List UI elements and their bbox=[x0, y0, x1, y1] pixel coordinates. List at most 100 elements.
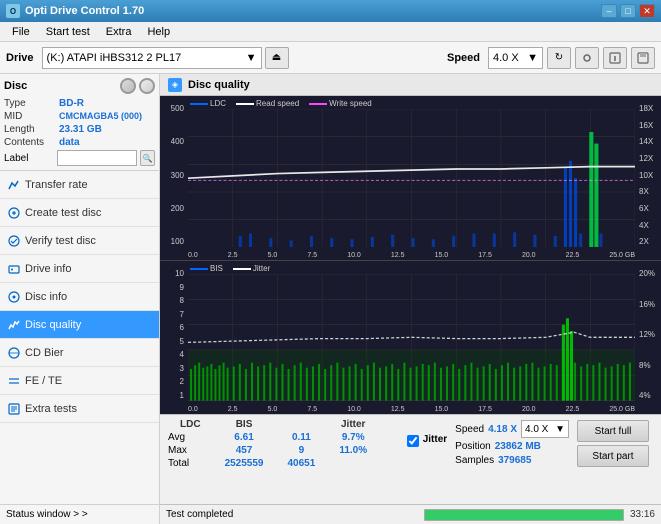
y-axis-right-bottom: 20% 16% 12% 8% 4% bbox=[637, 269, 661, 400]
app-title: Opti Drive Control 1.70 bbox=[25, 5, 144, 17]
speed-section: Speed 4.18 X 4.0 X ▼ Position 23862 MB S… bbox=[455, 418, 569, 504]
main-layout: Disc Type BD-R MID CMCMAGBA5 (000) Lengt… bbox=[0, 74, 661, 524]
sidebar-item-cd-bier[interactable]: CD Bier bbox=[0, 339, 159, 367]
content-area: ◈ Disc quality 500 400 300 200 100 18X 1… bbox=[160, 74, 661, 524]
info-button[interactable] bbox=[603, 47, 627, 69]
menu-extra[interactable]: Extra bbox=[98, 24, 140, 40]
legend-top: LDC Read speed Write speed bbox=[190, 99, 372, 108]
y-axis-left-bottom: 10 9 8 7 6 5 4 3 2 1 bbox=[160, 269, 186, 400]
stats-max-row: Max 457 9 11.0% bbox=[168, 444, 379, 457]
chart-top: 500 400 300 200 100 18X 16X 14X 12X 10X … bbox=[160, 96, 661, 261]
jitter-checkbox[interactable] bbox=[407, 435, 419, 447]
chart-bottom: 10 9 8 7 6 5 4 3 2 1 20% 16% 12% 8% bbox=[160, 261, 661, 414]
save-button[interactable] bbox=[631, 47, 655, 69]
disc-header: Disc bbox=[4, 78, 155, 94]
status-window-label: Status window > > bbox=[6, 509, 88, 520]
disc-section-label: Disc bbox=[4, 80, 27, 92]
legend-bis-color bbox=[190, 268, 208, 270]
minimize-button[interactable]: – bbox=[601, 4, 617, 18]
window-controls: – □ ✕ bbox=[601, 4, 655, 18]
max-jitter: 11.0% bbox=[327, 444, 379, 457]
stats-table: LDC BIS Jitter Avg 6.61 0.11 9. bbox=[168, 418, 399, 504]
disc-label-label: Label bbox=[4, 153, 54, 164]
disc-type-value: BD-R bbox=[59, 98, 155, 109]
legend-bis: BIS bbox=[190, 264, 223, 273]
menu-start-test[interactable]: Start test bbox=[38, 24, 98, 40]
legend-jitter: Jitter bbox=[233, 264, 270, 273]
disc-quality-icon bbox=[8, 319, 20, 331]
status-time: 33:16 bbox=[630, 509, 655, 520]
legend-read-speed: Read speed bbox=[236, 99, 299, 108]
menu-file[interactable]: File bbox=[4, 24, 38, 40]
settings-button[interactable] bbox=[575, 47, 599, 69]
samples-value: 379685 bbox=[498, 455, 531, 466]
start-part-button[interactable]: Start part bbox=[577, 445, 649, 467]
disc-label-input[interactable] bbox=[57, 150, 137, 166]
start-full-button[interactable]: Start full bbox=[577, 420, 649, 442]
legend-jitter-color bbox=[233, 268, 251, 270]
disc-length-row: Length 23.31 GB bbox=[4, 124, 155, 135]
total-label: Total bbox=[168, 457, 213, 470]
chart-top-svg bbox=[188, 109, 635, 247]
sidebar-item-disc-info[interactable]: Disc info bbox=[0, 283, 159, 311]
samples-label: Samples bbox=[455, 455, 494, 466]
sidebar-item-disc-quality[interactable]: Disc quality bbox=[0, 311, 159, 339]
speed-dropdown-stats[interactable]: 4.0 X ▼ bbox=[521, 420, 569, 438]
speed-value: 4.18 X bbox=[488, 424, 517, 435]
status-text: Test completed bbox=[166, 509, 418, 520]
status-window-button[interactable]: Status window > > bbox=[0, 504, 159, 524]
sidebar-item-transfer-rate[interactable]: Transfer rate bbox=[0, 171, 159, 199]
disc-label-search-button[interactable]: 🔍 bbox=[140, 150, 155, 166]
sidebar-item-verify-test-disc[interactable]: Verify test disc bbox=[0, 227, 159, 255]
drive-dropdown[interactable]: (K:) ATAPI iHBS312 2 PL17 ▼ bbox=[42, 47, 262, 69]
col-header-bis: BIS bbox=[213, 418, 276, 431]
disc-quality-title: Disc quality bbox=[188, 79, 250, 91]
y-axis-left-top: 500 400 300 200 100 bbox=[160, 104, 186, 246]
close-button[interactable]: ✕ bbox=[639, 4, 655, 18]
cd-bier-icon bbox=[8, 347, 20, 359]
toolbar: Drive (K:) ATAPI iHBS312 2 PL17 ▼ ⏏ Spee… bbox=[0, 42, 661, 74]
buttons-section: Start full Start part bbox=[577, 418, 653, 504]
sidebar-item-extra-tests[interactable]: Extra tests bbox=[0, 395, 159, 423]
title-bar: O Opti Drive Control 1.70 – □ ✕ bbox=[0, 0, 661, 22]
stats-row: LDC BIS Jitter Avg 6.61 0.11 9. bbox=[160, 415, 661, 504]
samples-row: Samples 379685 bbox=[455, 455, 569, 466]
eject-button[interactable]: ⏏ bbox=[265, 47, 289, 69]
disc-length-value: 23.31 GB bbox=[59, 124, 155, 135]
col-header-ldc: LDC bbox=[168, 418, 213, 431]
disc-label-row: Label 🔍 bbox=[4, 150, 155, 166]
total-bis: 40651 bbox=[276, 457, 328, 470]
legend-ldc: LDC bbox=[190, 99, 226, 108]
max-bis: 9 bbox=[276, 444, 328, 457]
jitter-label: Jitter bbox=[423, 434, 447, 445]
disc-icon-2[interactable] bbox=[139, 78, 155, 94]
legend-write-color bbox=[309, 103, 327, 105]
maximize-button[interactable]: □ bbox=[620, 4, 636, 18]
sidebar-item-fe-te[interactable]: FE / TE bbox=[0, 367, 159, 395]
extra-tests-icon bbox=[8, 403, 20, 415]
y-axis-right-top: 18X 16X 14X 12X 10X 8X 6X 4X 2X bbox=[637, 104, 661, 246]
avg-ldc: 6.61 bbox=[213, 431, 276, 444]
verify-icon bbox=[8, 235, 20, 247]
sidebar-item-create-test-disc[interactable]: Create test disc bbox=[0, 199, 159, 227]
x-axis-labels-top: 0.0 2.5 5.0 7.5 10.0 12.5 15.0 17.5 20.0… bbox=[188, 252, 635, 259]
disc-contents-row: Contents data bbox=[4, 137, 155, 148]
disc-icon-1[interactable] bbox=[120, 78, 136, 94]
avg-bis: 0.11 bbox=[276, 431, 328, 444]
col-header-jitter: Jitter bbox=[327, 418, 379, 431]
max-label: Max bbox=[168, 444, 213, 457]
menu-bar: File Start test Extra Help bbox=[0, 22, 661, 42]
legend-write-speed: Write speed bbox=[309, 99, 372, 108]
legend-ldc-color bbox=[190, 103, 208, 105]
speed-dropdown[interactable]: 4.0 X ▼ bbox=[488, 47, 543, 69]
transfer-rate-icon bbox=[8, 179, 20, 191]
speed-label-text: Speed bbox=[455, 424, 484, 435]
drive-info-icon bbox=[8, 263, 20, 275]
refresh-button[interactable]: ↻ bbox=[547, 47, 571, 69]
menu-help[interactable]: Help bbox=[139, 24, 178, 40]
sidebar-item-drive-info[interactable]: Drive info bbox=[0, 255, 159, 283]
disc-quality-header: ◈ Disc quality bbox=[160, 74, 661, 96]
chart-bottom-svg bbox=[188, 274, 635, 401]
stats-total-row: Total 2525559 40651 bbox=[168, 457, 379, 470]
disc-contents-value: data bbox=[59, 137, 155, 148]
